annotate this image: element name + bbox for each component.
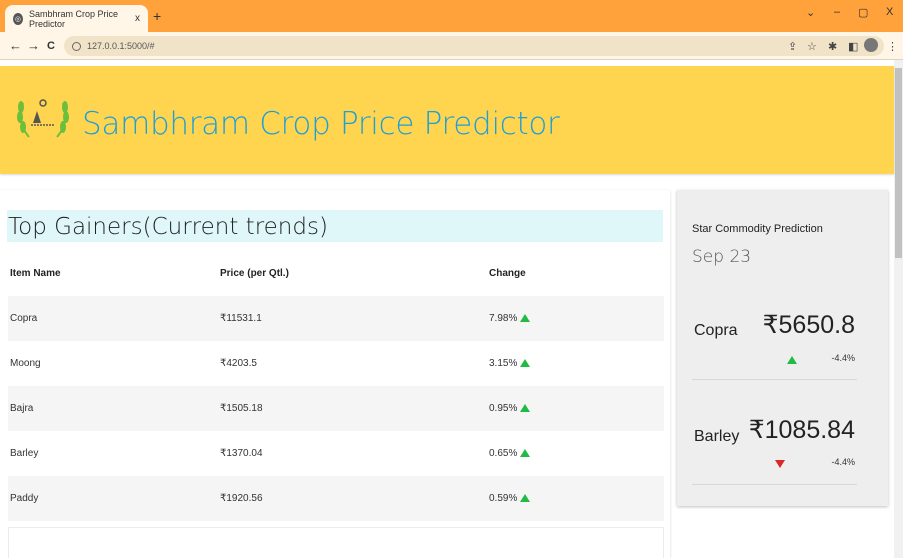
up-arrow-icon (520, 404, 531, 412)
prediction-item-price: ₹1085.84 (748, 416, 855, 444)
item-change: 0.65% (489, 448, 531, 459)
item-price: ₹1370.04 (220, 448, 263, 459)
browser-toolbar: ← → C 127.0.0.1:5000/# ⇪ ☆ ✱ ◧ ⋮ (0, 32, 903, 60)
change-value: 0.59% (489, 493, 518, 504)
up-arrow-icon (520, 359, 531, 367)
item-name: Paddy (10, 493, 39, 504)
prediction-item-name: Barley (694, 428, 740, 445)
column-header-item-name: Item Name (10, 268, 61, 279)
table-row: Barley ₹1370.04 0.65% (8, 431, 664, 476)
table-row: Copra ₹11531.1 7.98% (8, 296, 664, 341)
item-price: ₹11531.1 (220, 313, 262, 324)
up-arrow-icon (520, 314, 531, 322)
back-button[interactable]: ← (9, 38, 22, 53)
item-change: 0.95% (489, 403, 531, 414)
column-header-change: Change (489, 268, 526, 279)
side-panel-icon[interactable]: ◧ (848, 40, 858, 53)
table-row: Paddy ₹1920.56 0.59% (8, 476, 664, 521)
item-price: ₹1505.18 (220, 403, 263, 414)
address-bar[interactable]: 127.0.0.1:5000/# (64, 36, 884, 56)
profile-avatar[interactable] (864, 38, 878, 52)
divider (692, 379, 857, 380)
scrollbar-thumb[interactable] (895, 68, 902, 258)
reload-button[interactable]: C (47, 40, 55, 52)
forward-button[interactable]: → (27, 38, 40, 53)
prediction-item-change: -4.4% (831, 457, 855, 467)
tab-close-button[interactable]: x (135, 13, 140, 24)
wheat-wreath-logo-icon (17, 99, 69, 138)
prediction-item-price: ₹5650.8 (762, 311, 855, 339)
site-title: Sambhram Crop Price Predictor (82, 106, 560, 142)
change-value: 3.15% (489, 358, 518, 369)
column-header-price: Price (per Qtl.) (220, 268, 289, 279)
site-header: Sambhram Crop Price Predictor (0, 66, 894, 174)
page-scrollbar[interactable] (894, 60, 903, 558)
item-change: 3.15% (489, 358, 531, 369)
lower-panel (8, 527, 664, 558)
browser-tab[interactable]: ◎ Sambhram Crop Price Predictor x (5, 5, 148, 32)
item-name: Bajra (10, 403, 34, 414)
item-name: Moong (10, 358, 41, 369)
item-price: ₹4203.5 (220, 358, 257, 369)
tab-search-chevron-icon[interactable]: ⌄ (806, 6, 815, 19)
new-tab-button[interactable]: + (153, 8, 161, 24)
change-value: 7.98% (489, 313, 518, 324)
item-name: Barley (10, 448, 39, 459)
menu-kebab-icon[interactable]: ⋮ (887, 40, 898, 53)
url-text: 127.0.0.1:5000/# (87, 41, 155, 51)
extensions-icon[interactable]: ✱ (828, 40, 837, 53)
prediction-item-name: Copra (694, 322, 738, 339)
up-arrow-icon (520, 494, 531, 502)
share-icon[interactable]: ⇪ (788, 40, 797, 53)
restore-button[interactable]: ▢ (858, 6, 868, 19)
globe-icon: ◎ (13, 12, 23, 25)
bookmark-star-icon[interactable]: ☆ (807, 40, 817, 53)
prediction-date: Sep 23 (692, 247, 752, 267)
down-arrow-icon (775, 460, 785, 468)
card-title: Star Commodity Prediction (692, 223, 823, 235)
up-arrow-icon (787, 356, 797, 364)
table-row: Bajra ₹1505.18 0.95% (8, 386, 664, 431)
close-window-button[interactable]: X (886, 6, 893, 18)
change-value: 0.95% (489, 403, 518, 414)
tab-title: Sambhram Crop Price Predictor (28, 8, 118, 29)
item-change: 0.59% (489, 493, 531, 504)
star-commodity-card: Star Commodity Prediction Sep 23 Copra ₹… (677, 190, 888, 506)
browser-tab-strip: ◎ Sambhram Crop Price Predictor x + ⌄ – … (0, 0, 903, 32)
item-price: ₹1920.56 (220, 493, 263, 504)
section-title: Top Gainers(Current trends) (7, 210, 663, 242)
site-info-icon[interactable] (72, 41, 81, 51)
table-row: Moong ₹4203.5 3.15% (8, 341, 664, 386)
divider (692, 484, 857, 485)
top-gainers-card: Top Gainers(Current trends) Item Name Pr… (0, 190, 670, 558)
item-change: 7.98% (489, 313, 531, 324)
item-name: Copra (10, 313, 38, 324)
minimize-button[interactable]: – (834, 6, 840, 18)
prediction-item-change: -4.4% (831, 353, 855, 363)
change-value: 0.65% (489, 448, 518, 459)
up-arrow-icon (520, 449, 531, 457)
